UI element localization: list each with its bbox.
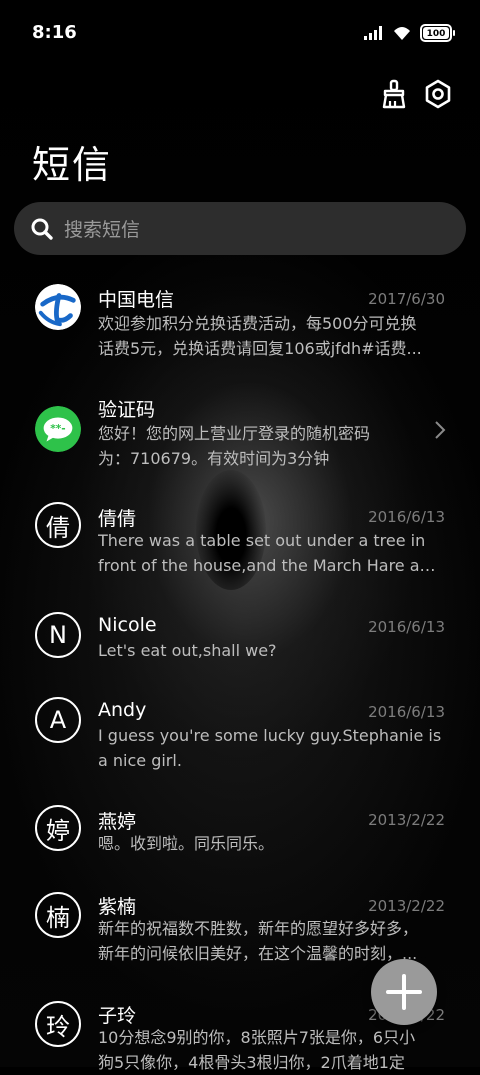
- contact-name: 燕婷: [98, 811, 137, 833]
- search-placeholder: 搜索短信: [64, 219, 141, 241]
- message-preview: 欢迎参加积分兑换话费活动，每500分可兑换 话费5元，兑换话费请回复106或jf…: [98, 311, 444, 361]
- contact-name: 中国电信: [98, 289, 175, 311]
- message-preview: There was a table set out under a tree i…: [98, 528, 444, 578]
- signal-icon: [364, 26, 382, 40]
- contact-avatar: N: [35, 612, 81, 658]
- page-title: 短信: [32, 143, 113, 187]
- chevron-right-icon: [435, 421, 446, 439]
- preview-line: 10分想念9别的你，8张照片7张是你，6只小: [98, 1028, 416, 1047]
- conversation-item[interactable]: N Nicole 2016/6/13 Let's eat out,shall w…: [0, 612, 480, 682]
- contact-name: Andy: [98, 699, 147, 721]
- contact-avatar: 楠: [35, 892, 81, 938]
- message-date: 2016/6/13: [368, 508, 445, 526]
- message-preview: 您好！您的网上营业厅登录的随机密码 为：710679。有效时间为3分钟: [98, 421, 398, 471]
- preview-line: 话费5元，兑换话费请回复106或jfdh#话费...: [98, 339, 422, 358]
- status-icons: 100: [364, 24, 455, 42]
- contact-name: Nicole: [98, 614, 157, 636]
- contact-name: 验证码: [98, 399, 156, 421]
- contact-avatar: 婷: [35, 805, 81, 851]
- message-preview: Let's eat out,shall we?: [98, 638, 444, 663]
- contact-name: 紫楠: [98, 896, 137, 918]
- conversation-item[interactable]: 倩 倩倩 2016/6/13 There was a table set out…: [0, 502, 480, 598]
- conversation-item[interactable]: **- 验证码 您好！您的网上营业厅登录的随机密码 为：710679。有效时间为…: [0, 392, 480, 488]
- svg-text:**-: **-: [50, 423, 65, 435]
- message-preview: 新年的祝福数不胜数，新年的愿望好多好多， 新年的问候依旧美好，在这个温馨的时刻，…: [98, 916, 444, 966]
- china-telecom-logo: [35, 284, 81, 330]
- message-preview: I guess you're some lucky guy.Stephanie …: [98, 723, 444, 773]
- contact-name: 倩倩: [98, 508, 137, 530]
- conversation-item[interactable]: 中国电信 2017/6/30 欢迎参加积分兑换话费活动，每500分可兑换 话费5…: [0, 282, 480, 378]
- clock: 8:16: [32, 22, 77, 43]
- preview-line: 欢迎参加积分兑换话费活动，每500分可兑换: [98, 314, 417, 333]
- contact-avatar: 玲: [35, 1001, 81, 1047]
- status-bar: 8:16 100: [0, 0, 480, 66]
- message-date: 2013/2/22: [368, 811, 445, 829]
- battery-level: 100: [423, 27, 449, 39]
- message-date: 2016/6/13: [368, 618, 445, 636]
- preview-line: There was a table set out under a tree i…: [98, 531, 426, 550]
- settings-gear-icon[interactable]: [422, 78, 454, 110]
- message-date: 2013/2/22: [368, 897, 445, 915]
- preview-line: I guess you're some lucky guy.Stephanie …: [98, 726, 442, 745]
- preview-line: 新年的祝福数不胜数，新年的愿望好多好多，: [98, 919, 419, 938]
- message-date: 2017/6/30: [368, 290, 445, 308]
- battery-icon: 100: [420, 24, 455, 42]
- contact-avatar: A: [35, 697, 81, 743]
- preview-line: Let's eat out,shall we?: [98, 641, 277, 660]
- conversation-item[interactable]: A Andy 2016/6/13 I guess you're some luc…: [0, 697, 480, 793]
- contact-name: 子玲: [98, 1005, 137, 1027]
- conversation-item[interactable]: 婷 燕婷 2013/2/22 嗯。收到啦。同乐同乐。: [0, 805, 480, 875]
- clean-brush-icon[interactable]: [378, 78, 410, 110]
- preview-line: front of the house,and the March Hare an…: [98, 556, 444, 575]
- plus-icon: [386, 974, 422, 1010]
- message-date: 2016/6/13: [368, 703, 445, 721]
- contact-avatar: 倩: [35, 502, 81, 548]
- message-preview: 10分想念9别的你，8张照片7张是你，6只小 狗5只像你，4根骨头3根归你，2爪…: [98, 1025, 444, 1075]
- preview-line: 您好！您的网上营业厅登录的随机密码: [98, 424, 371, 443]
- preview-line: 为：710679。有效时间为3分钟: [98, 449, 330, 468]
- preview-line: a nice girl.: [98, 751, 182, 770]
- message-preview: 嗯。收到啦。同乐同乐。: [98, 831, 444, 856]
- search-icon: [31, 218, 53, 240]
- preview-line: 嗯。收到啦。同乐同乐。: [98, 834, 275, 853]
- new-message-button[interactable]: [371, 959, 437, 1025]
- message-bubble-icon: **-: [35, 406, 81, 452]
- search-bar[interactable]: 搜索短信: [14, 202, 466, 255]
- wifi-icon: [394, 27, 410, 40]
- preview-line: 狗5只像你，4根骨头3根归你，2爪着地1定: [98, 1053, 405, 1072]
